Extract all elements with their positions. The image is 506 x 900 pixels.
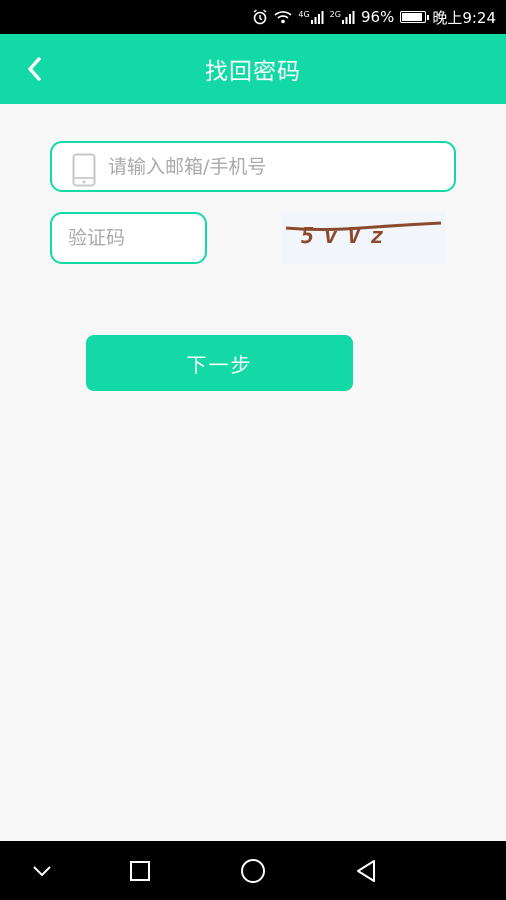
navigation-bar	[0, 841, 506, 900]
app-bar: 找回密码	[0, 34, 506, 104]
page-title: 找回密码	[205, 59, 301, 85]
square-icon	[130, 861, 150, 881]
alarm-icon	[252, 9, 268, 25]
battery-icon	[400, 11, 430, 23]
status-bar: 4G 2G 96% 晚上9:24	[0, 0, 506, 34]
signal-icon: 4G	[298, 10, 324, 24]
captcha-drawing: 5vVz	[285, 221, 442, 249]
next-step-button[interactable]: 下一步	[86, 335, 353, 391]
nav-back-button[interactable]	[348, 853, 384, 889]
chevron-down-icon	[33, 866, 51, 877]
circle-icon	[241, 859, 265, 883]
network-type-2: 2G	[329, 10, 341, 19]
nav-hide-button[interactable]	[24, 853, 60, 889]
verification-code-input[interactable]	[68, 214, 198, 262]
phone-icon	[72, 153, 96, 187]
battery-percent: 96%	[360, 8, 395, 26]
captcha-image[interactable]: 5vVz	[281, 212, 446, 264]
nav-recent-button[interactable]	[122, 853, 158, 889]
wifi-icon	[274, 10, 292, 24]
network-type-1: 4G	[298, 10, 310, 19]
nav-home-button[interactable]	[235, 853, 271, 889]
verification-code-field[interactable]	[50, 212, 207, 264]
triangle-back-icon	[357, 860, 375, 882]
clock: 晚上9:24	[432, 8, 496, 27]
account-field[interactable]	[50, 141, 456, 192]
signal-icon-2: 2G	[330, 10, 355, 24]
captcha-text: 5vVz	[298, 223, 396, 249]
account-input[interactable]	[108, 143, 448, 190]
